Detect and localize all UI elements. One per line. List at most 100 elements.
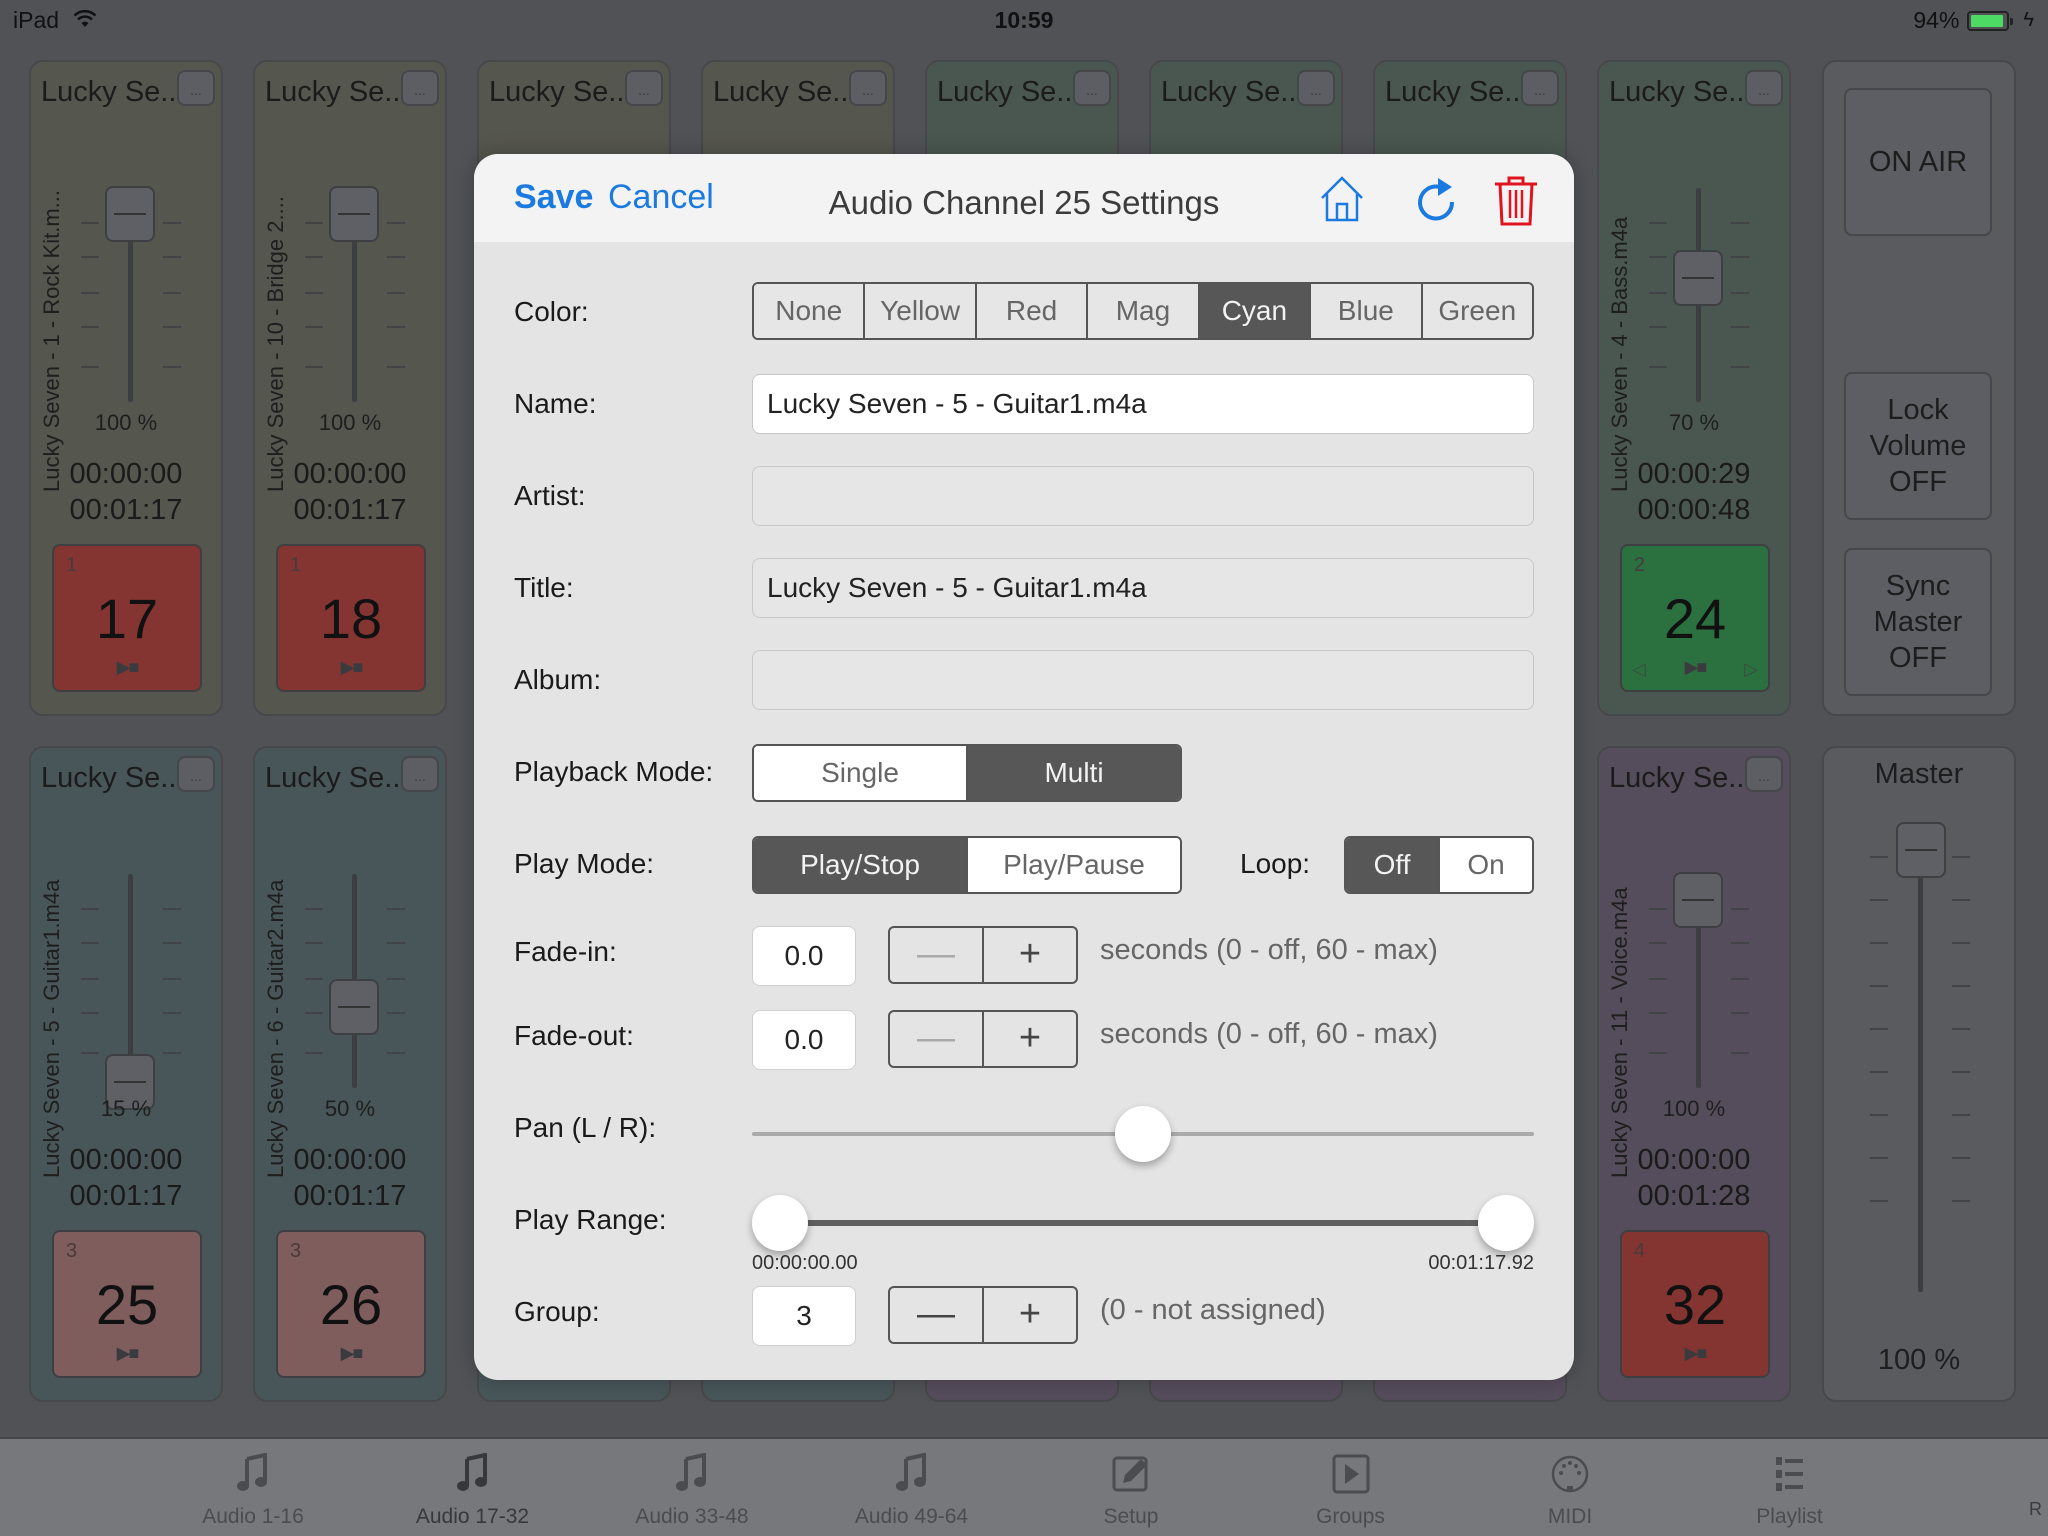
tab-groups[interactable]: Groups	[1276, 1453, 1426, 1529]
name-field[interactable]: Lucky Seven - 5 - Guitar1.m4a	[752, 374, 1534, 434]
color-option-mag[interactable]: Mag	[1088, 284, 1200, 338]
channel-play-pad[interactable]: 3 25 ▶■	[52, 1230, 202, 1378]
channel-fader-knob[interactable]	[1673, 872, 1723, 928]
play-mode-option-play-pause[interactable]: Play/Pause	[968, 838, 1180, 892]
channel-more-button[interactable]: ...	[1521, 70, 1559, 106]
channel-more-button[interactable]: ...	[177, 756, 215, 792]
playback-mode-option-multi[interactable]: Multi	[968, 746, 1180, 800]
channel-title: Lucky Se...	[1609, 762, 1753, 794]
group-label: Group:	[514, 1296, 600, 1327]
fader-tick	[81, 908, 99, 910]
fade-in-decrement-button[interactable]: —	[890, 928, 984, 982]
channel-play-pad[interactable]: 1 17 ▶■	[52, 544, 202, 692]
fader-tick	[1731, 326, 1749, 328]
channel-play-pad[interactable]: 1 18 ▶■	[276, 544, 426, 692]
channel-more-button[interactable]: ...	[849, 70, 887, 106]
channel-fader-knob[interactable]	[1673, 250, 1723, 307]
title-field[interactable]: Lucky Seven - 5 - Guitar1.m4a	[752, 558, 1534, 618]
sync-master-button[interactable]: Sync Master OFF	[1844, 548, 1992, 696]
pan-slider-thumb[interactable]	[1115, 1106, 1171, 1162]
color-option-red[interactable]: Red	[976, 284, 1089, 338]
loop-option-on[interactable]: On	[1440, 838, 1532, 892]
channel-strip: Lucky Se...... Lucky Seven - 11 - Voice.m…	[1597, 746, 1791, 1402]
previous-icon[interactable]: ◁	[1632, 659, 1646, 680]
channel-fader-knob[interactable]	[329, 186, 379, 242]
channel-file-name-text: Lucky Seven - 1 - Rock Kit.m...	[39, 190, 64, 492]
channel-more-button[interactable]: ...	[177, 70, 215, 106]
next-icon[interactable]: ▷	[1744, 659, 1758, 680]
channel-more-button[interactable]: ...	[1745, 70, 1783, 106]
channel-title: Lucky Se...	[937, 76, 1081, 108]
channel-more-button[interactable]: ...	[401, 70, 439, 106]
artist-field[interactable]	[752, 466, 1534, 526]
group-decrement-button[interactable]: —	[890, 1288, 984, 1342]
fader-tick	[387, 978, 405, 980]
channel-file-name-text: Lucky Seven - 4 - Bass.m4a	[1607, 216, 1632, 492]
master-fader-knob[interactable]	[1896, 822, 1946, 878]
channel-volume-readout: 100 %	[1662, 1096, 1726, 1121]
playback-mode-option-single[interactable]: Single	[754, 746, 968, 800]
tab-audio-49-64[interactable]: Audio 49-64	[837, 1452, 987, 1529]
tab-setup[interactable]: Setup	[1056, 1453, 1206, 1529]
channel-play-pad[interactable]: 4 32 ▶■	[1620, 1230, 1770, 1378]
channel-title: Lucky Se...	[1161, 76, 1305, 108]
master-fader-track[interactable]	[1918, 822, 1923, 1292]
channel-fader-knob[interactable]	[329, 979, 379, 1035]
on-air-button[interactable]: ON AIR	[1844, 88, 1992, 236]
tab-audio-17-32[interactable]: Audio 17-32	[398, 1452, 548, 1529]
color-option-cyan[interactable]: Cyan	[1199, 284, 1312, 338]
play-range-start-thumb[interactable]	[752, 1195, 808, 1251]
channel-duration: 00:01:17	[293, 494, 407, 526]
channel-more-button[interactable]: ...	[1073, 70, 1111, 106]
fade-in-field[interactable]: 0.0	[752, 926, 856, 986]
channel-more-button[interactable]: ...	[1745, 756, 1783, 792]
home-icon[interactable]	[1318, 174, 1366, 224]
fade-out-stepper: — +	[888, 1010, 1078, 1068]
color-option-green[interactable]: Green	[1422, 284, 1532, 338]
channel-strip: Lucky Se...... Lucky Seven - 5 - Guitar1.…	[29, 746, 223, 1402]
fader-tick	[1649, 256, 1667, 258]
channel-fader-knob[interactable]	[105, 186, 155, 242]
master-volume-readout: 100 %	[1877, 1344, 1961, 1376]
channel-play-pad[interactable]: 3 26 ▶■	[276, 1230, 426, 1378]
tab-label: Audio 17-32	[415, 1505, 530, 1528]
tab-midi[interactable]: MIDI	[1495, 1453, 1645, 1529]
channel-more-button[interactable]: ...	[625, 70, 663, 106]
channel-file-name: Lucky Seven - 11 - Voice.m4a	[1607, 858, 1637, 1178]
fader-tick	[305, 366, 323, 368]
fader-tick	[1731, 222, 1749, 224]
fade-out-field[interactable]: 0.0	[752, 1010, 856, 1070]
lock-volume-button[interactable]: Lock Volume OFF	[1844, 372, 1992, 520]
loop-option-off[interactable]: Off	[1346, 838, 1440, 892]
trash-icon[interactable]	[1492, 174, 1540, 226]
fade-out-increment-button[interactable]: +	[984, 1012, 1076, 1066]
color-option-none[interactable]: None	[754, 284, 866, 338]
play-range-end-thumb[interactable]	[1478, 1195, 1534, 1251]
music-note-icon	[178, 1452, 328, 1497]
group-field[interactable]: 3	[752, 1286, 856, 1346]
tab-audio-1-16[interactable]: Audio 1-16	[178, 1452, 328, 1529]
fade-out-decrement-button[interactable]: —	[890, 1012, 984, 1066]
fader-tick	[1649, 1052, 1667, 1054]
tab-playlist[interactable]: Playlist	[1715, 1453, 1865, 1529]
fader-tick	[81, 326, 99, 328]
group-increment-button[interactable]: +	[984, 1288, 1076, 1342]
fade-out-hint: seconds (0 - off, 60 - max)	[1100, 1018, 1438, 1050]
color-option-blue[interactable]: Blue	[1311, 284, 1423, 338]
fader-tick	[1870, 1028, 1888, 1030]
fade-in-increment-button[interactable]: +	[984, 928, 1076, 982]
play-range-track[interactable]	[774, 1220, 1514, 1226]
channel-more-button[interactable]: ...	[1297, 70, 1335, 106]
album-field[interactable]	[752, 650, 1534, 710]
fader-tick	[1870, 1071, 1888, 1073]
channel-play-pad[interactable]: 2 24 ▶■ ◁ ▷	[1620, 544, 1770, 692]
play-mode-option-play-stop[interactable]: Play/Stop	[754, 838, 968, 892]
battery-percent: 94%	[1913, 7, 1960, 33]
channel-more-button[interactable]: ...	[401, 756, 439, 792]
tab-audio-33-48[interactable]: Audio 33-48	[617, 1452, 767, 1529]
on-air-label: ON AIR	[1868, 146, 1968, 178]
play-box-icon	[1276, 1453, 1426, 1497]
dialog-header: Save Cancel Audio Channel 25 Settings	[474, 154, 1574, 242]
refresh-icon[interactable]	[1412, 174, 1460, 224]
color-option-yellow[interactable]: Yellow	[865, 284, 977, 338]
